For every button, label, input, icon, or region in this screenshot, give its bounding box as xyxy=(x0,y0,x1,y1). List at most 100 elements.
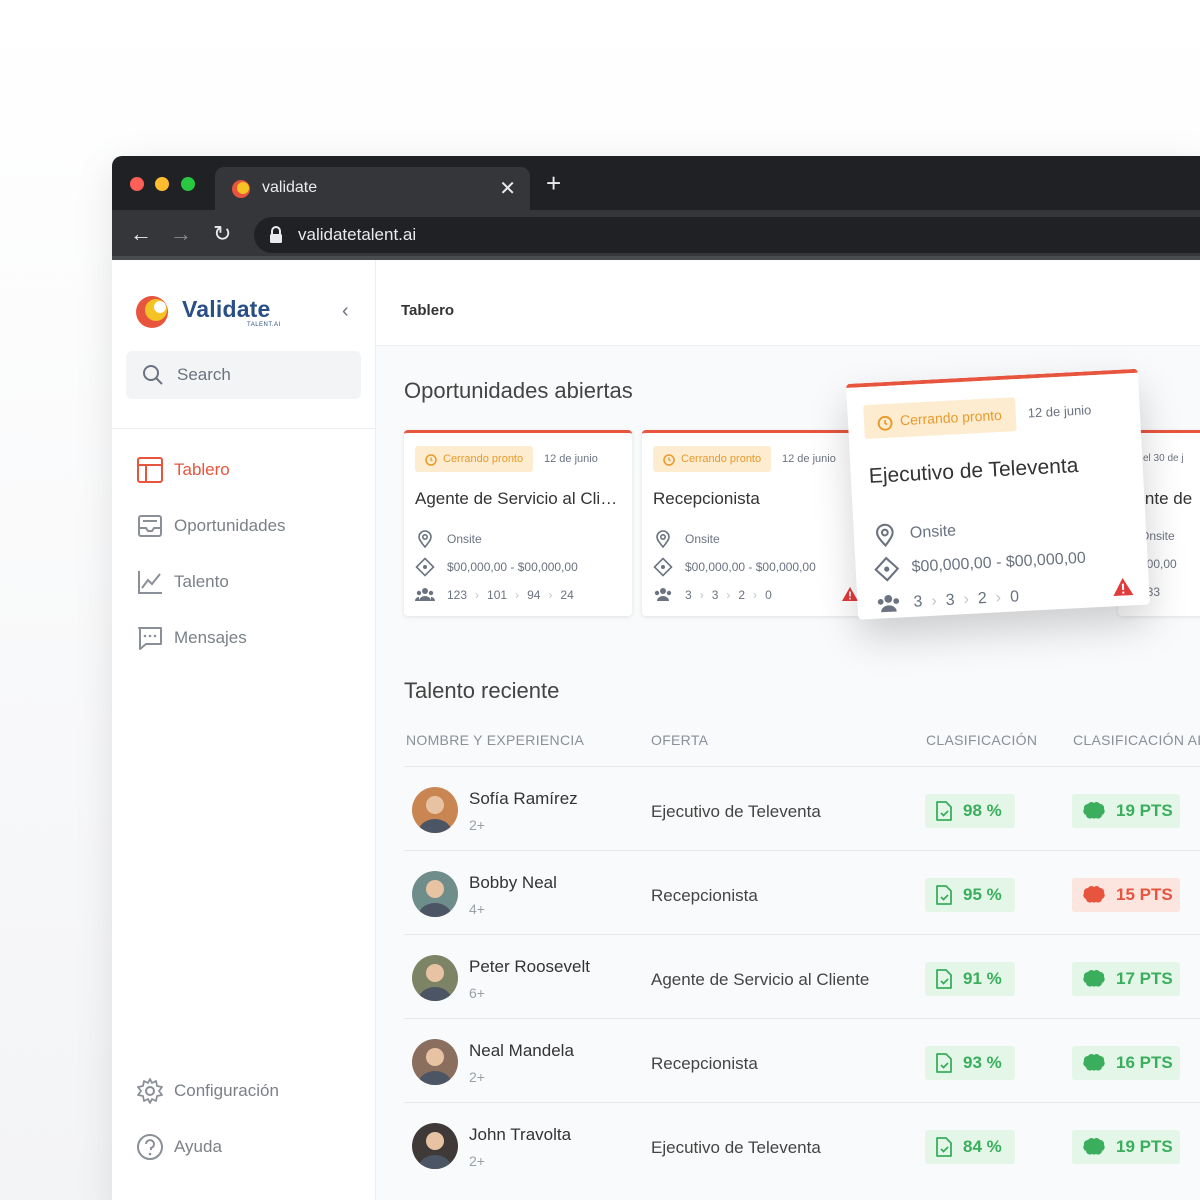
featured-opportunity-card[interactable]: Cerrando pronto 12 de junio Ejecutivo de… xyxy=(846,368,1150,620)
help-icon xyxy=(137,1134,163,1160)
layout-icon xyxy=(137,457,163,483)
search-input[interactable]: Search xyxy=(126,351,361,399)
maximize-window-button[interactable] xyxy=(181,177,195,191)
opportunity-card[interactable]: Cerrando pronto 12 de junio Agente de Se… xyxy=(404,430,632,616)
document-check-icon xyxy=(936,1137,952,1157)
avatar[interactable] xyxy=(412,787,458,833)
work-mode: Onsite xyxy=(909,522,957,542)
ai-score-value: 19 PTS xyxy=(1116,1137,1173,1156)
score-badge: 91 % xyxy=(925,962,1015,996)
logo-text: Validate xyxy=(182,296,271,322)
closing-soon-badge: Cerrando pronto xyxy=(415,446,534,472)
candidate-name[interactable]: Sofía Ramírez xyxy=(469,789,578,809)
salary-row: $00,000,00 - $00,000,00 xyxy=(873,546,1086,583)
chevron-right-icon: › xyxy=(699,588,704,602)
document-check-icon xyxy=(936,801,952,821)
candidate-name[interactable]: John Travolta xyxy=(469,1125,571,1145)
money-tag-icon xyxy=(415,557,435,577)
logo-subtext: TALENT.AI xyxy=(247,322,281,328)
sidebar-item-label: Configuración xyxy=(174,1081,279,1100)
sidebar-item-mensajes[interactable]: Mensajes xyxy=(136,622,247,654)
minimize-window-button[interactable] xyxy=(155,177,169,191)
column-header-ai-score[interactable]: CLASIFICACIÓN AI xyxy=(1073,732,1200,748)
chevron-right-icon: › xyxy=(726,588,731,602)
avatar[interactable] xyxy=(412,1039,458,1085)
warning-icon xyxy=(842,587,858,601)
table-row[interactable]: John Travolta 2+ Ejecutivo de Televenta 84 … xyxy=(404,1102,1200,1186)
work-mode: Onsite xyxy=(685,532,720,546)
close-window-button[interactable] xyxy=(130,177,144,191)
chevron-right-icon: › xyxy=(753,588,758,602)
browser-tab[interactable]: validate ✕ xyxy=(215,167,530,210)
avatar[interactable] xyxy=(412,871,458,917)
closing-soon-badge: Cerrando pronto xyxy=(863,397,1017,440)
funnel-row: 3 › 3 › 2 › 0 xyxy=(653,585,772,605)
sidebar-item-talento[interactable]: Talento xyxy=(136,566,229,598)
chevron-right-icon: › xyxy=(548,588,553,602)
candidate-name[interactable]: Bobby Neal xyxy=(469,873,557,893)
funnel-screened: 101 xyxy=(487,588,508,602)
avatar[interactable] xyxy=(412,1123,458,1169)
table-row[interactable]: Peter Roosevelt 6+ Agente de Servicio al C… xyxy=(404,934,1200,1018)
sidebar-item-ayuda[interactable]: Ayuda xyxy=(136,1131,222,1163)
url-field[interactable]: validatetalent.ai xyxy=(254,217,1200,253)
salary-range: $00,000,00 - $00,000,00 xyxy=(685,560,816,574)
table-row[interactable]: Neal Mandela 2+ Recepcionista 93 % 16 PTS xyxy=(404,1018,1200,1102)
app: Validate TALENT.AI ‹ Search Tablero Opor… xyxy=(112,260,1200,1200)
column-header-score[interactable]: CLASIFICACIÓN xyxy=(926,732,1037,748)
reload-icon[interactable]: ↻ xyxy=(213,221,231,247)
back-arrow-icon[interactable]: ← xyxy=(130,221,152,247)
location-pin-icon xyxy=(656,530,670,549)
brain-icon xyxy=(1083,970,1105,987)
chevron-right-icon: › xyxy=(930,592,938,610)
tab-bar: validate ✕ + xyxy=(112,156,1200,210)
score-value: 84 % xyxy=(963,1137,1002,1156)
funnel-applied: 3 xyxy=(685,588,692,602)
table-row[interactable]: Sofía Ramírez 2+ Ejecutivo de Televenta 98 … xyxy=(404,766,1200,850)
candidate-name[interactable]: Neal Mandela xyxy=(469,1041,574,1061)
collapse-sidebar-icon[interactable]: ‹ xyxy=(342,300,349,323)
sidebar-item-configuracion[interactable]: Configuración xyxy=(136,1075,279,1107)
salary-range: $00,000,00 - $00,000,00 xyxy=(447,560,578,574)
forward-arrow-icon[interactable]: → xyxy=(170,221,192,247)
card-date: 12 de junio xyxy=(1027,402,1092,421)
funnel-interviewed: 2 xyxy=(977,589,988,608)
ai-score-value: 15 PTS xyxy=(1116,885,1173,904)
address-bar: ← → ↻ validatetalent.ai xyxy=(112,210,1200,260)
column-header-offer[interactable]: OFERTA xyxy=(651,732,708,748)
avatar[interactable] xyxy=(412,955,458,1001)
validate-logo-icon xyxy=(136,296,168,328)
salary-range: $00,000,00 - $00,000,00 xyxy=(911,549,1087,576)
funnel-row: 3 › 3 › 2 › 0 xyxy=(875,584,1020,617)
brain-icon xyxy=(1083,1138,1105,1155)
close-tab-icon[interactable]: ✕ xyxy=(499,176,516,201)
funnel-applied: 123 xyxy=(447,588,468,602)
sidebar-item-label: Mensajes xyxy=(174,628,247,647)
chart-line-icon xyxy=(138,571,162,594)
person-avatar-icon xyxy=(418,964,452,1001)
opportunity-card[interactable]: Cerrando pronto 12 de junio Recepcionist… xyxy=(642,430,870,616)
validate-logo[interactable]: Validate TALENT.AI xyxy=(134,294,284,334)
ai-score-value: 19 PTS xyxy=(1116,801,1173,820)
url-text: validatetalent.ai xyxy=(298,225,417,244)
sidebar-item-tablero[interactable]: Tablero xyxy=(136,454,230,486)
column-header-name[interactable]: NOMBRE Y EXPERIENCIA xyxy=(406,732,584,748)
ai-score-badge: 15 PTS xyxy=(1072,878,1180,912)
candidate-offer: Agente de Servicio al Cliente xyxy=(651,970,870,989)
table-row[interactable]: Bobby Neal 4+ Recepcionista 95 % 15 PTS xyxy=(404,850,1200,934)
ai-score-value: 17 PTS xyxy=(1116,969,1173,988)
sidebar-item-oportunidades[interactable]: Oportunidades xyxy=(136,510,286,542)
new-tab-icon[interactable]: + xyxy=(546,170,561,196)
funnel-interviewed: 94 xyxy=(527,588,541,602)
funnel-screened: 3 xyxy=(711,588,719,602)
score-badge: 98 % xyxy=(925,794,1015,828)
money-tag-icon xyxy=(653,557,673,577)
tab-title: validate xyxy=(262,179,318,196)
card-title: Agente de Servicio al Cliente xyxy=(415,489,625,508)
opportunities-title: Oportunidades abiertas xyxy=(404,378,633,403)
score-badge: 93 % xyxy=(925,1046,1015,1080)
salary-row: $00,000,00 - $00,000,00 xyxy=(415,557,578,577)
card-title: Ejecutivo de Televenta xyxy=(868,453,1079,488)
candidate-name[interactable]: Peter Roosevelt xyxy=(469,957,590,977)
inbox-icon xyxy=(138,515,162,537)
